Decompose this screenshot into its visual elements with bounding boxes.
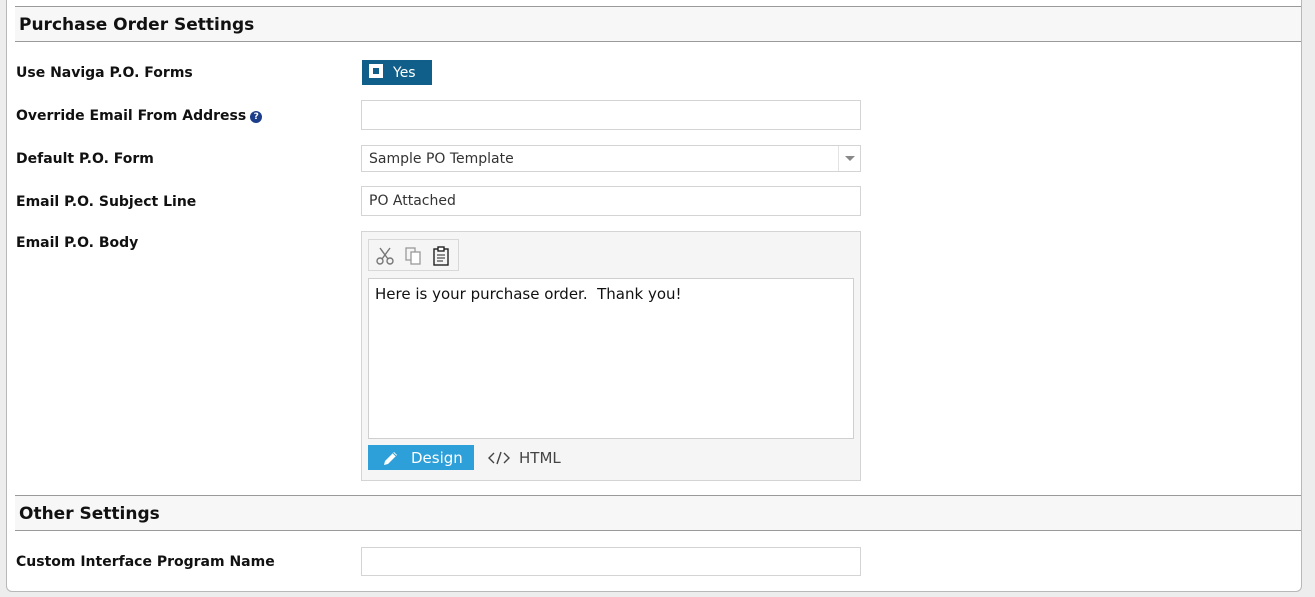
other-settings-header: Other Settings xyxy=(15,495,1301,531)
html-mode-button[interactable]: HTML xyxy=(488,445,578,470)
scissors-icon[interactable] xyxy=(375,246,395,266)
body-editor: Here is your purchase order. Thank you! … xyxy=(361,231,861,481)
pencil-icon xyxy=(384,452,397,465)
html-mode-label: HTML xyxy=(519,449,561,467)
default-form-value: Sample PO Template xyxy=(369,151,514,167)
program-name-label: Custom Interface Program Name xyxy=(16,554,275,570)
po-settings-title: Purchase Order Settings xyxy=(19,15,255,35)
body-textarea[interactable]: Here is your purchase order. Thank you! xyxy=(368,278,854,439)
other-settings-title: Other Settings xyxy=(19,504,160,524)
use-forms-label: Use Naviga P.O. Forms xyxy=(16,65,193,81)
default-form-select[interactable]: Sample PO Template xyxy=(361,145,861,172)
help-icon[interactable]: ? xyxy=(250,111,263,123)
settings-panel: Purchase Order Settings Use Naviga P.O. … xyxy=(6,0,1302,592)
program-name-input[interactable] xyxy=(361,547,861,576)
override-email-input[interactable] xyxy=(361,100,861,130)
design-mode-label: Design xyxy=(411,449,463,467)
clipboard-icon[interactable] xyxy=(431,246,451,266)
subject-line-input[interactable]: PO Attached xyxy=(361,186,861,216)
use-forms-toggle-text: Yes xyxy=(393,65,416,81)
override-email-label-row: Override Email From Address? xyxy=(16,108,263,124)
subject-line-value: PO Attached xyxy=(369,193,456,209)
code-icon xyxy=(488,451,510,465)
copy-icon[interactable] xyxy=(403,246,423,266)
editor-toolbar xyxy=(368,239,459,271)
body-label: Email P.O. Body xyxy=(16,235,139,251)
po-settings-header: Purchase Order Settings xyxy=(15,6,1301,42)
subject-line-label: Email P.O. Subject Line xyxy=(16,194,197,210)
use-forms-toggle[interactable]: Yes xyxy=(362,60,432,85)
checkbox-icon xyxy=(369,64,383,78)
chevron-down-icon[interactable] xyxy=(838,146,860,171)
override-email-label: Override Email From Address xyxy=(16,108,247,124)
design-mode-button[interactable]: Design xyxy=(368,445,474,470)
default-form-label: Default P.O. Form xyxy=(16,151,154,167)
